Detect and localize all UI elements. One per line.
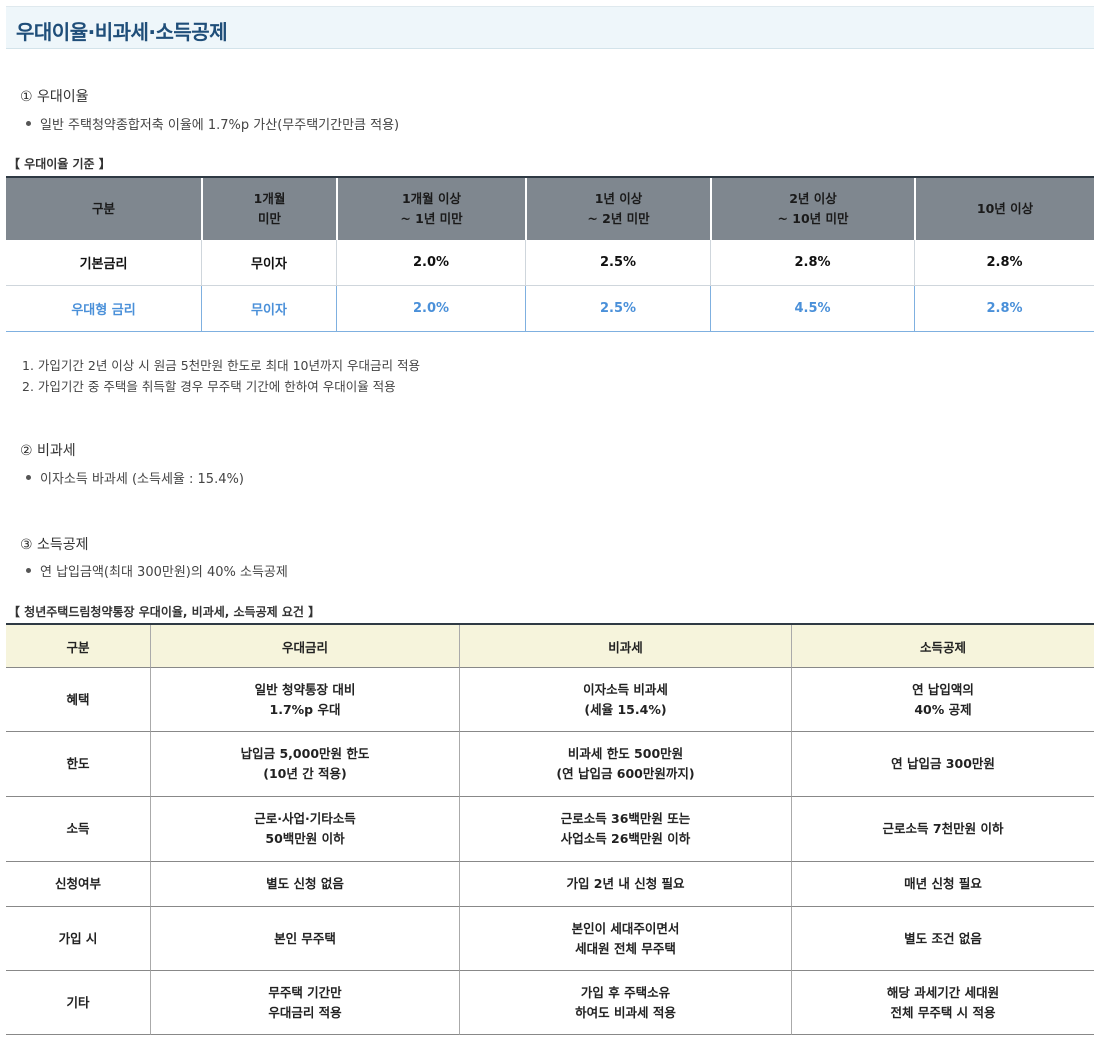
table-row-highlight: 우대형 금리 무이자 2.0% 2.5% 4.5% 2.8% (6, 286, 1094, 332)
table-cell: 2.0% (336, 286, 525, 332)
rate-table: 구분 1개월 미만 1개월 이상 ~ 1년 미만 1년 이상 ~ 2년 미만 2… (6, 176, 1094, 332)
section-heading-preferential-rate: ① 우대이율 (20, 89, 89, 105)
table-row: 혜택 일반 청약통장 대비 1.7%p 우대 이자소득 비과세 (세율 15.4… (6, 668, 1094, 732)
table-cell: 4.5% (710, 286, 914, 332)
note-item: 1. 가입기간 2년 이상 시 원금 5천만원 한도로 최대 10년까지 우대금… (22, 358, 420, 373)
req-table-caption: 【 청년주택드림청약통장 우대이율, 비과세, 소득공제 요건 】 (8, 605, 321, 619)
bullet-tax-exempt: 이자소득 바과세 (소득세율 : 15.4%) (26, 468, 244, 487)
req-header-cell: 우대금리 (150, 625, 459, 668)
rate-header-cell: 2년 이상 ~ 10년 미만 (710, 178, 914, 240)
table-cell: 2.8% (914, 286, 1094, 332)
table-row: 기본금리 무이자 2.0% 2.5% 2.8% 2.8% (6, 240, 1094, 286)
table-cell: 소득 (6, 797, 150, 862)
table-cell: 근로·사업·기타소득 50백만원 이하 (150, 797, 459, 862)
table-cell: 신청여부 (6, 862, 150, 907)
table-cell: 별도 조건 없음 (791, 907, 1094, 971)
table-cell: 일반 청약통장 대비 1.7%p 우대 (150, 668, 459, 732)
rate-table-caption: 【 우대이율 기준 】 (8, 157, 111, 171)
table-cell: 매년 신청 필요 (791, 862, 1094, 907)
table-cell: 별도 신청 없음 (150, 862, 459, 907)
table-cell: 기타 (6, 971, 150, 1035)
table-cell: 혜택 (6, 668, 150, 732)
req-header-cell: 소득공제 (791, 625, 1094, 668)
table-cell: 본인 무주택 (150, 907, 459, 971)
table-cell: 연 납입액의 40% 공제 (791, 668, 1094, 732)
table-cell: 2.5% (525, 286, 710, 332)
page-title: 우대이율·비과세·소득공제 (16, 20, 228, 44)
rate-header-cell: 10년 이상 (914, 178, 1094, 240)
table-cell: 가입 시 (6, 907, 150, 971)
section-heading-tax-exempt: ② 비과세 (20, 443, 76, 459)
rate-header-cell: 1개월 이상 ~ 1년 미만 (336, 178, 525, 240)
req-header-cell: 비과세 (459, 625, 791, 668)
table-cell: 우대형 금리 (6, 286, 201, 332)
section-heading-income-deduction: ③ 소득공제 (20, 537, 89, 553)
table-cell: 이자소득 비과세 (세율 15.4%) (459, 668, 791, 732)
table-cell: 2.8% (710, 240, 914, 286)
table-cell: 기본금리 (6, 240, 201, 286)
table-cell: 무이자 (201, 286, 336, 332)
rate-header-cell: 구분 (6, 178, 201, 240)
table-row: 신청여부 별도 신청 없음 가입 2년 내 신청 필요 매년 신청 필요 (6, 862, 1094, 907)
table-cell: 납입금 5,000만원 한도 (10년 간 적용) (150, 732, 459, 797)
table-cell: 무주택 기간만 우대금리 적용 (150, 971, 459, 1035)
table-cell: 가입 2년 내 신청 필요 (459, 862, 791, 907)
table-cell: 연 납입금 300만원 (791, 732, 1094, 797)
requirements-table: 구분 우대금리 비과세 소득공제 혜택 일반 청약통장 대비 1.7%p 우대 … (6, 623, 1094, 1035)
page-title-bar: 우대이율·비과세·소득공제 (6, 6, 1094, 49)
table-row: 한도 납입금 5,000만원 한도 (10년 간 적용) 비과세 한도 500만… (6, 732, 1094, 797)
bullet-income-deduction: 연 납입금액(최대 300만원)의 40% 소득공제 (26, 561, 288, 580)
note-item: 2. 가입기간 중 주택을 취득할 경우 무주택 기간에 한하여 우대이율 적용 (22, 379, 396, 394)
table-cell: 비과세 한도 500만원 (연 납입금 600만원까지) (459, 732, 791, 797)
table-row: 기타 무주택 기간만 우대금리 적용 가입 후 주택소유 하여도 비과세 적용 … (6, 971, 1094, 1035)
req-header-cell: 구분 (6, 625, 150, 668)
table-cell: 가입 후 주택소유 하여도 비과세 적용 (459, 971, 791, 1035)
req-table-header-row: 구분 우대금리 비과세 소득공제 (6, 625, 1094, 668)
table-row: 가입 시 본인 무주택 본인이 세대주이면서 세대원 전체 무주택 별도 조건 … (6, 907, 1094, 971)
table-row: 소득 근로·사업·기타소득 50백만원 이하 근로소득 36백만원 또는 사업소… (6, 797, 1094, 862)
table-cell: 2.5% (525, 240, 710, 286)
table-cell: 2.0% (336, 240, 525, 286)
table-cell: 한도 (6, 732, 150, 797)
table-cell: 2.8% (914, 240, 1094, 286)
rate-header-cell: 1년 이상 ~ 2년 미만 (525, 178, 710, 240)
table-cell: 해당 과세기간 세대원 전체 무주택 시 적용 (791, 971, 1094, 1035)
bullet-preferential-rate: 일반 주택청약종합저축 이율에 1.7%p 가산(무주택기간만큼 적용) (26, 114, 399, 133)
table-cell: 근로소득 7천만원 이하 (791, 797, 1094, 862)
rate-table-header-row: 구분 1개월 미만 1개월 이상 ~ 1년 미만 1년 이상 ~ 2년 미만 2… (6, 178, 1094, 240)
table-cell: 근로소득 36백만원 또는 사업소득 26백만원 이하 (459, 797, 791, 862)
rate-header-cell: 1개월 미만 (201, 178, 336, 240)
table-cell: 무이자 (201, 240, 336, 286)
table-cell: 본인이 세대주이면서 세대원 전체 무주택 (459, 907, 791, 971)
